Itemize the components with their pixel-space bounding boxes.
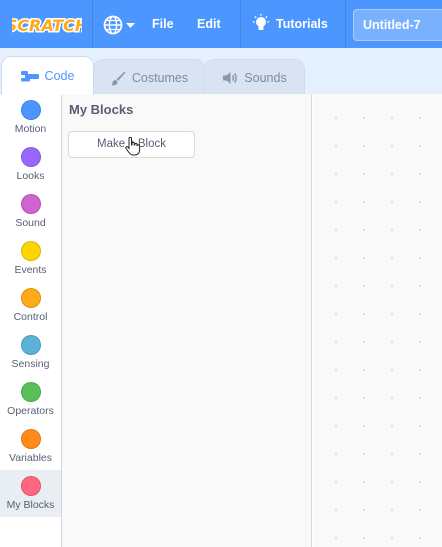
category-operators[interactable]: Operators	[0, 376, 61, 423]
globe-icon	[103, 15, 135, 35]
category-label: Sensing	[11, 358, 50, 370]
category-dot-icon	[21, 429, 41, 449]
tab-sounds-label: Sounds	[244, 70, 287, 85]
category-label: Variables	[9, 452, 52, 464]
category-dot-icon	[21, 382, 41, 402]
scratch-logo[interactable]: SCRATCH	[12, 10, 82, 38]
edit-menu[interactable]: Edit	[197, 0, 221, 48]
tab-code[interactable]: Code	[1, 56, 94, 95]
menu-divider	[92, 0, 93, 48]
category-dot-icon	[21, 100, 41, 120]
hand-cursor-icon	[125, 136, 141, 156]
code-icon	[20, 71, 39, 82]
category-label: Events	[14, 264, 47, 276]
block-palette: My Blocks Make a Block	[62, 94, 312, 547]
category-dot-icon	[21, 335, 41, 355]
category-label: Sound	[15, 217, 46, 229]
category-sound[interactable]: Sound	[0, 188, 61, 235]
caret-down-icon	[126, 23, 135, 28]
category-looks[interactable]: Looks	[0, 141, 61, 188]
project-title-input[interactable]: Untitled-7	[353, 9, 442, 41]
file-menu[interactable]: File	[152, 0, 174, 48]
language-menu[interactable]	[102, 13, 138, 37]
category-dot-icon	[21, 288, 41, 308]
tab-costumes[interactable]: Costumes	[93, 59, 205, 95]
tutorials-label: Tutorials	[276, 17, 328, 31]
tab-costumes-label: Costumes	[131, 70, 189, 85]
svg-text:SCRATCH: SCRATCH	[12, 16, 82, 35]
menu-bar: SCRATCH File Edit Tutorials Untitled-7	[0, 0, 442, 48]
category-label: Operators	[7, 405, 54, 417]
category-dot-icon	[21, 476, 41, 496]
category-events[interactable]: Events	[0, 235, 61, 282]
category-label: Motion	[14, 123, 47, 135]
menu-divider	[240, 0, 241, 48]
category-label: Control	[13, 311, 48, 323]
tutorials-button[interactable]: Tutorials	[252, 0, 328, 48]
code-workspace[interactable]	[313, 94, 442, 547]
tab-sounds[interactable]: Sounds	[204, 59, 305, 95]
category-my-blocks[interactable]: My Blocks	[0, 470, 61, 517]
speaker-icon	[223, 71, 238, 84]
category-label: My Blocks	[6, 499, 55, 511]
palette-section-title: My Blocks	[69, 102, 134, 117]
category-menu: Motion Looks Sound Events Control Sensin…	[0, 94, 62, 547]
category-dot-icon	[21, 241, 41, 261]
editor-tabs: Code Costumes Sounds	[0, 48, 442, 95]
category-control[interactable]: Control	[0, 282, 61, 329]
lightbulb-icon	[253, 14, 269, 30]
category-dot-icon	[21, 194, 41, 214]
category-variables[interactable]: Variables	[0, 423, 61, 470]
brush-icon	[110, 71, 126, 85]
category-sensing[interactable]: Sensing	[0, 329, 61, 376]
tab-code-label: Code	[44, 69, 75, 83]
menu-divider	[345, 0, 346, 48]
category-dot-icon	[21, 147, 41, 167]
category-motion[interactable]: Motion	[0, 94, 61, 141]
category-label: Looks	[16, 170, 45, 182]
